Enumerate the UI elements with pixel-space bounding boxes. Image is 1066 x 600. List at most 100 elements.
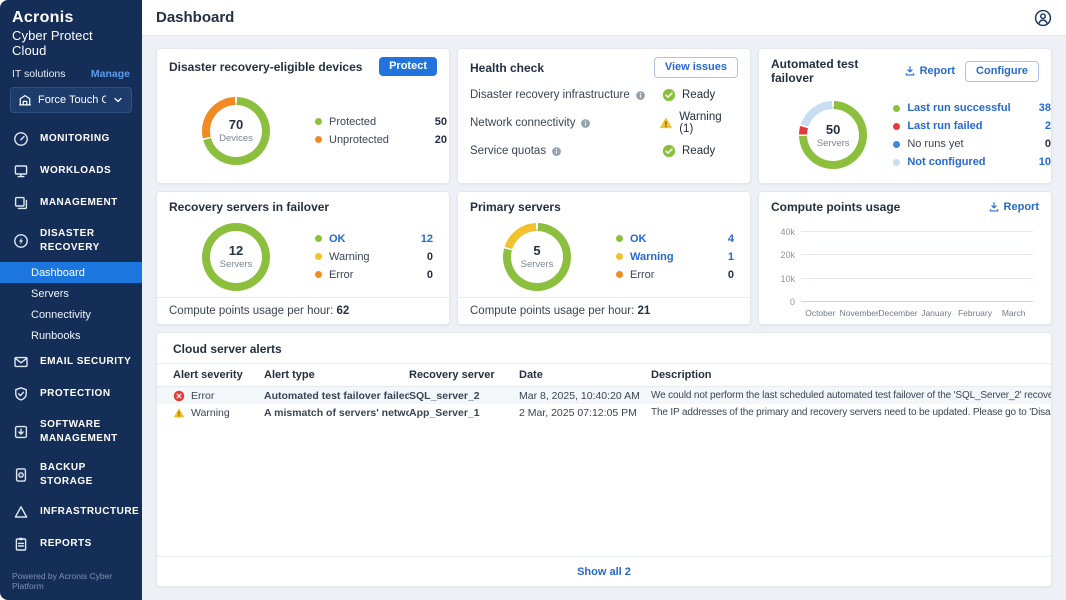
sidebar-item-infrastructure[interactable]: INFRASTRUCTURE (0, 496, 142, 528)
legend-label: No runs yet (907, 138, 1026, 150)
x-axis-label: October (801, 308, 840, 318)
card-title: Cloud server alerts (157, 333, 1051, 364)
info-icon[interactable] (551, 146, 562, 157)
legend-value[interactable]: 4 (716, 233, 734, 245)
compute-points-footer: Compute points usage per hour: 62 (157, 297, 449, 324)
y-axis-tick: 20k (769, 250, 795, 260)
card-compute-points-usage: Compute points usage Report 010k20k40kOc… (758, 191, 1052, 325)
sidebar-item-email-security[interactable]: EMAIL SECURITY (0, 346, 142, 378)
building-icon (18, 93, 32, 107)
health-item-label: Service quotas (470, 145, 546, 157)
info-icon[interactable] (580, 118, 591, 129)
legend-dot (893, 159, 900, 166)
report-link[interactable]: Report (988, 201, 1039, 213)
error-circle-icon (173, 390, 185, 402)
legend-row: Warning 1 (616, 251, 734, 263)
compute-points-bar-chart: 010k20k40kOctoberNovemberDecemberJanuary… (769, 226, 1041, 322)
sidebar-item-backup-storage[interactable]: BACKUP STORAGE (0, 453, 142, 496)
configure-button[interactable]: Configure (965, 61, 1039, 82)
donut-value: 12 (229, 243, 243, 258)
legend-dot (616, 253, 623, 260)
legend-value: 0 (415, 251, 433, 263)
card-dr-eligible-devices: Disaster recovery-eligible devices Prote… (156, 48, 450, 184)
sidebar-item-monitoring[interactable]: MONITORING (0, 123, 142, 155)
recovery-server-link[interactable]: SQL_server_2 (409, 387, 519, 404)
failover-donut-chart: 50 Servers (799, 101, 867, 169)
legend-label[interactable]: Last run successful (907, 102, 1026, 114)
health-status-text: Ready (682, 145, 715, 157)
legend-label[interactable]: OK (329, 233, 408, 245)
severity-text: Error (191, 390, 214, 402)
sidebar-item-workloads[interactable]: WORKLOADS (0, 155, 142, 187)
legend-dot (315, 136, 322, 143)
sidebar-item-software-management[interactable]: SOFTWARE MANAGEMENT (0, 410, 142, 453)
sidebar-item-reports[interactable]: REPORTS (0, 528, 142, 560)
x-axis-label: February (956, 308, 995, 318)
legend-dot (315, 235, 322, 242)
legend-label[interactable]: Not configured (907, 156, 1026, 168)
sidebar-item-management[interactable]: MANAGEMENT (0, 187, 142, 219)
sidebar-item-protection[interactable]: PROTECTION (0, 378, 142, 410)
legend-value: 50 (429, 116, 447, 128)
sidebar-subitem-servers[interactable]: Servers (0, 283, 142, 304)
view-issues-button[interactable]: View issues (654, 57, 738, 78)
show-all-link[interactable]: Show all 2 (577, 566, 631, 578)
legend-label[interactable]: OK (630, 233, 709, 245)
warning-triangle-icon (173, 407, 185, 419)
legend-dot (893, 123, 900, 130)
logo-product: Cyber Protect Cloud (12, 28, 130, 58)
legend-dot (893, 105, 900, 112)
legend-label: Error (329, 269, 408, 281)
legend-row: Last run failed 2 (893, 120, 1051, 132)
check-circle-icon (662, 144, 676, 158)
card-primary-servers: Primary servers 5 Servers OK4Warning1Err (457, 191, 751, 325)
legend-value[interactable]: 1 (716, 251, 734, 263)
envelope-icon (13, 354, 29, 370)
report-link[interactable]: Report (904, 65, 955, 77)
legend-row: No runs yet0 (893, 138, 1051, 150)
legend-value[interactable]: 10 (1033, 156, 1051, 168)
donut-value: 5 (533, 243, 540, 258)
recovery-server-link[interactable]: App_Server_1 (409, 404, 519, 421)
legend-label[interactable]: Warning (630, 251, 709, 263)
sidebar-subitem-runbooks[interactable]: Runbooks (0, 325, 142, 346)
alert-type-link[interactable]: Automated test failover failed (264, 387, 409, 404)
logo-brand: Acronis (12, 9, 130, 27)
health-status-text: Warning (1) (679, 111, 738, 135)
card-title: Disaster recovery-eligible devices (169, 60, 362, 74)
manage-link[interactable]: Manage (91, 68, 130, 80)
legend-value: 0 (716, 269, 734, 281)
card-recovery-servers: Recovery servers in failover 12 Servers (156, 191, 450, 325)
dashboard-content: Disaster recovery-eligible devices Prote… (142, 36, 1066, 600)
layers-icon (13, 195, 29, 211)
tenant-selector[interactable]: Force Touch Cloud (10, 87, 132, 113)
alert-type-link[interactable]: A mismatch of servers' network... (264, 404, 409, 421)
legend-value: 20 (429, 134, 447, 146)
protect-button[interactable]: Protect (379, 57, 437, 76)
info-icon[interactable] (635, 90, 646, 101)
legend-dot (616, 235, 623, 242)
storage-icon (13, 467, 29, 483)
legend-label: Warning (329, 251, 408, 263)
check-circle-icon (662, 88, 676, 102)
sidebar-subitem-connectivity[interactable]: Connectivity (0, 304, 142, 325)
sidebar-item-disaster-recovery[interactable]: DISASTER RECOVERY (0, 219, 142, 262)
column-header: Recovery server (409, 364, 519, 386)
x-axis-label: January (917, 308, 956, 318)
health-rows: Disaster recovery infrastructureReadyNet… (458, 80, 750, 166)
sidebar-subitem-dashboard[interactable]: Dashboard (0, 262, 142, 283)
card-automated-test-failover: Automated test failover Report Configure (758, 48, 1052, 184)
legend-value[interactable]: 2 (1033, 120, 1051, 132)
donut-label: Devices (219, 133, 253, 144)
primary-donut-chart: 5 Servers (503, 223, 571, 291)
legend-value[interactable]: 38 (1033, 102, 1051, 114)
card-title: Automated test failover (771, 57, 904, 85)
shield-check-icon (13, 386, 29, 402)
account-icon[interactable] (1034, 9, 1052, 27)
show-all-bar: Show all 2 (157, 556, 1051, 586)
legend-row: Last run successful 38 (893, 102, 1051, 114)
legend-value[interactable]: 12 (415, 233, 433, 245)
monitor-icon (13, 163, 29, 179)
legend-label[interactable]: Last run failed (907, 120, 1026, 132)
legend-row: Protected50 (315, 116, 447, 128)
